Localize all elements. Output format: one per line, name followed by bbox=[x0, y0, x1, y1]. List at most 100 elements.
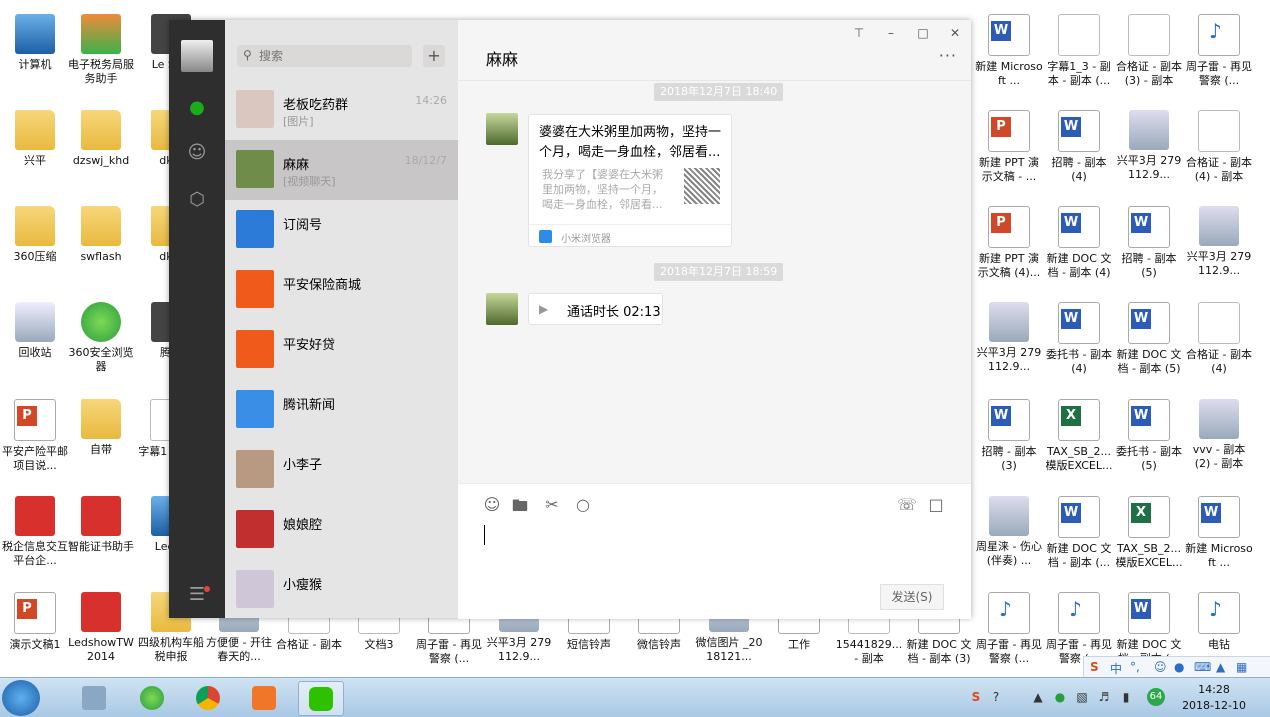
conversation-item[interactable]: 麻麻 [视频聊天] 18/12/7 bbox=[225, 140, 458, 200]
desktop-icon[interactable]: 360压缩 bbox=[0, 200, 70, 290]
conversation-item[interactable]: 腾讯新闻 bbox=[225, 380, 458, 440]
desktop-icon[interactable]: 演示文稿1 bbox=[0, 586, 70, 676]
chat-history-icon[interactable]: ○ bbox=[573, 495, 593, 514]
desktop-icon[interactable]: 计算机 bbox=[0, 8, 70, 98]
desktop-icon[interactable]: 周星涞 - 伤心 (伴奏) ... bbox=[974, 490, 1044, 580]
taskbar-app-360browser[interactable] bbox=[130, 681, 174, 714]
emoji-icon[interactable]: ☺ bbox=[1154, 660, 1167, 674]
folder-icon[interactable]: 🖿 bbox=[510, 495, 530, 522]
desktop-icon[interactable]: 招聘 - 副本 (3) bbox=[974, 393, 1044, 483]
video-call-message[interactable]: ▶ 通话时长 02:13 bbox=[528, 293, 663, 325]
conversation-item[interactable]: 娘娘腔 bbox=[225, 500, 458, 560]
maximize-button[interactable]: □ bbox=[915, 26, 931, 40]
close-button[interactable]: ✕ bbox=[947, 26, 963, 40]
tools-icon[interactable]: ▦ bbox=[1236, 660, 1247, 674]
desktop-icon[interactable]: 新建 Microsoft ... bbox=[974, 8, 1044, 98]
desktop-icon[interactable]: 兴平3月 279112.9... bbox=[974, 296, 1044, 386]
desktop-icon-label: 文档3 bbox=[364, 638, 394, 651]
skin-icon[interactable]: ▲ bbox=[1216, 660, 1225, 674]
tray-expand-icon[interactable]: ▲ bbox=[1030, 690, 1046, 704]
ime-mode[interactable]: 中 bbox=[1110, 660, 1122, 677]
conversation-item[interactable]: 平安好贷 bbox=[225, 320, 458, 380]
pin-icon[interactable]: ⊤ bbox=[851, 26, 867, 40]
desktop-icon[interactable]: 360安全浏览器 bbox=[66, 296, 136, 386]
taskbar-app-calculator[interactable] bbox=[72, 681, 116, 714]
desktop-icon[interactable]: 新建 DOC 文档 - 副本 (4) bbox=[1044, 200, 1114, 290]
browser-icon bbox=[539, 230, 552, 243]
desktop-icon[interactable]: 兴平3月 279112.9... bbox=[1114, 104, 1184, 194]
battery-icon[interactable]: ▮ bbox=[1118, 690, 1134, 704]
browser-360-icon bbox=[140, 686, 164, 710]
shared-link-card[interactable]: 婆婆在大米粥里加两物，坚持一个月，喝走一身血栓，邻居看... 我分享了【婆婆在大… bbox=[528, 114, 732, 247]
desktop-icon[interactable]: 委托书 - 副本 (5) bbox=[1114, 393, 1184, 483]
desktop-icon[interactable]: 新建 DOC 文档 - 副本 (5) bbox=[1114, 296, 1184, 386]
taskbar-app-wechat[interactable] bbox=[298, 681, 344, 716]
desktop-icon[interactable]: 新建 DOC 文档 - 副本 (... bbox=[1044, 490, 1114, 580]
sogou-icon[interactable]: S bbox=[1090, 660, 1099, 674]
start-button[interactable] bbox=[2, 680, 40, 716]
search-box[interactable]: ⚲ bbox=[237, 45, 412, 67]
desktop-icon[interactable]: 合格证 - 副本 (3) - 副本 bbox=[1114, 8, 1184, 98]
conversation-item[interactable]: 小李子 bbox=[225, 440, 458, 500]
conversation-item[interactable]: 平安保险商城 bbox=[225, 260, 458, 320]
desktop-icon[interactable]: 周子雷 - 再见警察 (... bbox=[1184, 8, 1254, 98]
desktop-icon[interactable]: swflash bbox=[66, 200, 136, 290]
volume-icon[interactable]: ♬ bbox=[1096, 690, 1112, 704]
desktop-icon[interactable]: 新建 PPT 演示文稿 (4)... bbox=[974, 200, 1044, 290]
desktop-icon[interactable]: 周子雷 - 再见警察 (... bbox=[974, 586, 1044, 676]
help-icon[interactable]: ? bbox=[988, 690, 1004, 704]
desktop-icon[interactable]: 电子税务局服务助手 bbox=[66, 8, 136, 98]
desktop-icon[interactable]: 字幕1_3 - 副本 - 副本 (... bbox=[1044, 8, 1114, 98]
punctuation-icon[interactable]: °, bbox=[1130, 660, 1140, 674]
desktop-icon[interactable]: 合格证 - 副本 (4) - 副本 bbox=[1184, 104, 1254, 194]
keyboard-icon[interactable]: ⌨ bbox=[1194, 660, 1211, 674]
emoji-icon[interactable]: ☺ bbox=[482, 495, 502, 514]
contacts-icon[interactable]: ☺ bbox=[185, 141, 209, 165]
desktop-icon[interactable]: 招聘 - 副本 (4) bbox=[1044, 104, 1114, 194]
desktop-icon[interactable]: 兴平3月 279112.9... bbox=[1184, 200, 1254, 290]
desktop-icon[interactable]: 新建 PPT 演示文稿 - ... bbox=[974, 104, 1044, 194]
search-input[interactable] bbox=[259, 47, 404, 65]
my-avatar[interactable] bbox=[181, 40, 213, 72]
desktop-icon[interactable]: 智能证书助手 bbox=[66, 490, 136, 580]
phone-icon[interactable]: ☏ bbox=[897, 495, 917, 514]
taskbar: S ? ▲ ● ▧ ♬ ▮ 64 14:28 2018-12-10 bbox=[0, 677, 1270, 717]
sender-avatar[interactable] bbox=[486, 293, 518, 325]
tray-badge[interactable]: 64 bbox=[1147, 688, 1165, 706]
desktop-icon[interactable]: 自带 bbox=[66, 393, 136, 483]
system-clock[interactable]: 14:28 2018-12-10 bbox=[1182, 682, 1246, 714]
taskbar-app-wps[interactable] bbox=[242, 681, 286, 714]
security-icon[interactable]: ● bbox=[1052, 690, 1068, 704]
desktop-icon[interactable]: 委托书 - 副本 (4) bbox=[1044, 296, 1114, 386]
conversation-name: 麻麻 bbox=[283, 158, 310, 173]
message-input-area[interactable]: ☺ 🖿 ✂ ○ ☏ □ 发送(S) bbox=[458, 483, 971, 619]
desktop-icon[interactable]: 招聘 - 副本 (5) bbox=[1114, 200, 1184, 290]
sogou-tray-icon[interactable]: S bbox=[968, 690, 984, 704]
desktop-icon[interactable]: 平安产险平邮项目说... bbox=[0, 393, 70, 483]
conversation-item[interactable]: 老板吃药群 [图片] 14:26 bbox=[225, 80, 458, 140]
desktop-icon[interactable]: vvv - 副本 (2) - 副本 bbox=[1184, 393, 1254, 483]
desktop-icon[interactable]: TAX_SB_2... 模版EXCEL... bbox=[1114, 490, 1184, 580]
desktop-icon[interactable]: 新建 Microsoft ... bbox=[1184, 490, 1254, 580]
scissors-icon[interactable]: ✂ bbox=[542, 495, 562, 514]
desktop-icon[interactable]: 兴平 bbox=[0, 104, 70, 194]
send-button[interactable]: 发送(S) bbox=[880, 584, 944, 610]
desktop-icon[interactable]: 税企信息交互平台企... bbox=[0, 490, 70, 580]
desktop-icon[interactable]: dzswj_khd bbox=[66, 104, 136, 194]
cube-icon[interactable]: ⬡ bbox=[185, 188, 209, 212]
conversation-item[interactable]: 订阅号 bbox=[225, 200, 458, 260]
microphone-icon[interactable]: ● bbox=[1174, 660, 1184, 674]
chat-bubble-icon[interactable]: ● bbox=[185, 96, 209, 120]
more-options-icon[interactable]: ··· bbox=[939, 46, 957, 65]
conversation-item[interactable]: 小瘦猴 bbox=[225, 560, 458, 620]
taskbar-app-chrome[interactable] bbox=[186, 681, 230, 714]
add-chat-button[interactable]: + bbox=[423, 45, 445, 67]
desktop-icon[interactable]: 回收站 bbox=[0, 296, 70, 386]
video-call-icon[interactable]: □ bbox=[926, 495, 946, 514]
desktop-icon[interactable]: 合格证 - 副本 (4) bbox=[1184, 296, 1254, 386]
sender-avatar[interactable] bbox=[486, 113, 518, 145]
minimize-button[interactable]: – bbox=[883, 26, 899, 40]
network-icon[interactable]: ▧ bbox=[1074, 690, 1090, 704]
desktop-icon[interactable]: TAX_SB_2... 模版EXCEL... bbox=[1044, 393, 1114, 483]
desktop-icon[interactable]: LedshowTW 2014 bbox=[66, 586, 136, 676]
